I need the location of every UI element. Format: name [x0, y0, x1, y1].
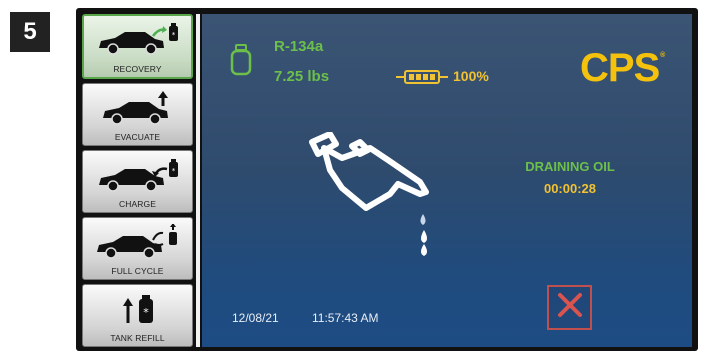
- step-number-badge: 5: [10, 12, 50, 52]
- recovery-button[interactable]: * RECOVERY: [82, 14, 193, 79]
- svg-text:*: *: [143, 306, 149, 319]
- mode-sidebar: * RECOVERY EVACUATE * CHARGE FULL CYCLE …: [82, 14, 193, 347]
- tank-weight: 7.25 lbs: [274, 68, 330, 85]
- process-status: DRAINING OIL: [525, 159, 615, 174]
- charge-button[interactable]: * CHARGE: [82, 150, 193, 213]
- current-date: 12/08/21: [232, 311, 279, 325]
- car-charge-icon: *: [83, 157, 192, 193]
- battery-icon: [395, 69, 449, 90]
- car-evacuate-icon: [83, 90, 192, 126]
- cancel-button[interactable]: [547, 285, 592, 330]
- refrigerant-type: R-134a: [274, 38, 324, 55]
- svg-text:*: *: [171, 31, 175, 39]
- sidebar-item-label: RECOVERY: [113, 64, 162, 74]
- full-cycle-button[interactable]: FULL CYCLE: [82, 217, 193, 280]
- cps-logo: CPS ®: [580, 46, 666, 90]
- refrigerant-tank-icon: [230, 44, 252, 81]
- battery-percentage: 100%: [453, 68, 489, 84]
- sidebar-divider: [196, 14, 200, 347]
- main-screen: R-134a 7.25 lbs 100% CPS ® DRAINING OIL …: [202, 14, 692, 347]
- car-recovery-icon: *: [84, 22, 191, 58]
- sidebar-item-label: TANK REFILL: [110, 333, 165, 343]
- car-full-cycle-icon: [83, 224, 192, 260]
- tank-refill-icon: *: [83, 291, 192, 327]
- svg-text:*: *: [171, 167, 175, 175]
- sidebar-item-label: FULL CYCLE: [111, 266, 164, 276]
- logo-text: CPS: [580, 46, 660, 90]
- oil-can-icon: [302, 131, 442, 262]
- current-time: 11:57:43 AM: [312, 311, 379, 325]
- tank-refill-button[interactable]: * TANK REFILL: [82, 284, 193, 347]
- evacuate-button[interactable]: EVACUATE: [82, 83, 193, 146]
- close-icon: [556, 291, 584, 324]
- sidebar-item-label: EVACUATE: [114, 132, 161, 142]
- sidebar-item-label: CHARGE: [119, 199, 156, 209]
- process-timer: 00:00:28: [543, 181, 597, 196]
